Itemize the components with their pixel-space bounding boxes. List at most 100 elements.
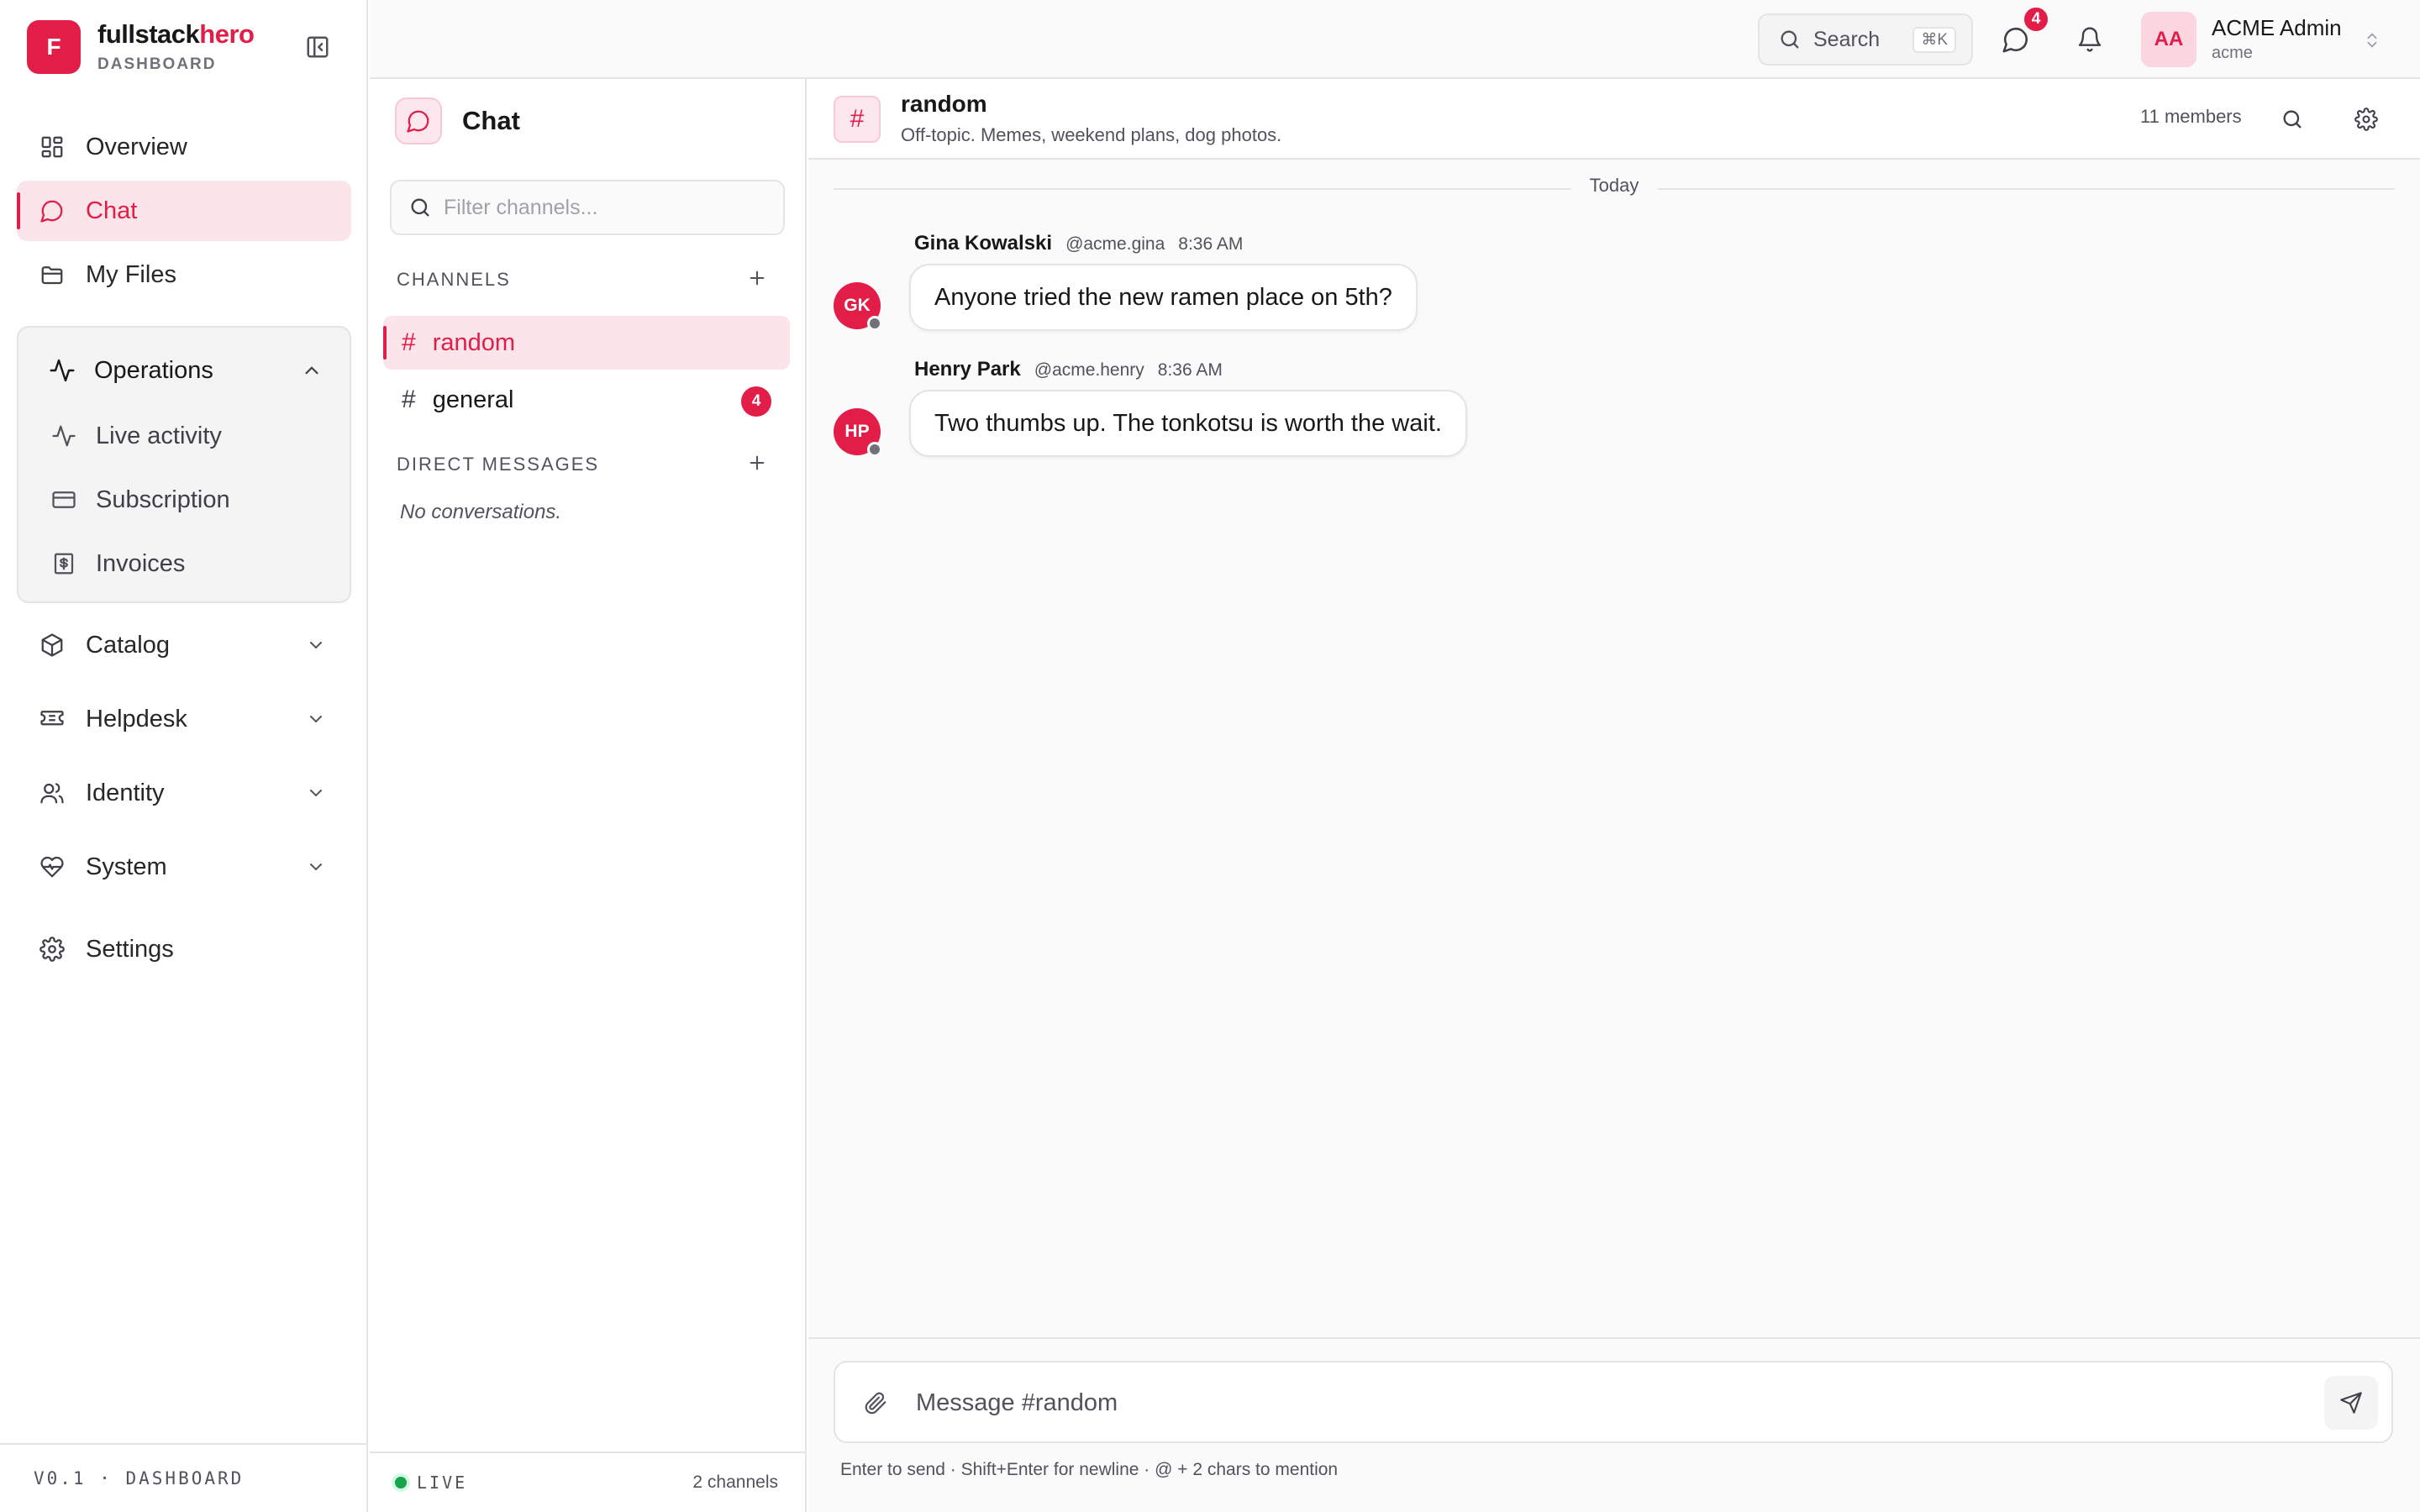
brand[interactable]: F fullstackhero DASHBOARD: [27, 19, 255, 75]
sidebar-item-label: System: [86, 853, 167, 880]
sidebar-item-label: Settings: [86, 935, 174, 963]
sidebar-item-label: Catalog: [86, 631, 170, 659]
chevron-down-icon: [304, 633, 328, 657]
conversation-header: # random Off-topic. Memes, weekend plans…: [808, 79, 2420, 160]
sidebar-item-live-activity[interactable]: Live activity: [18, 407, 353, 465]
brand-logo: F: [27, 20, 81, 75]
sidebar-item-label: Invoices: [96, 549, 186, 577]
user-name[interactable]: ACME Admin: [2212, 15, 2342, 41]
chevron-down-icon: [304, 781, 328, 805]
sidebar-item-label: Helpdesk: [86, 705, 187, 732]
conversation-title: random: [901, 91, 987, 117]
channel-item-random[interactable]: # random: [383, 316, 790, 370]
hash-icon: #: [402, 386, 416, 413]
message-meta: Henry Park @acme.henry 8:36 AM: [914, 358, 1223, 381]
sidebar-item-label: Identity: [86, 779, 165, 806]
chat-pane-title: Chat: [462, 106, 520, 135]
bell-icon[interactable]: [2072, 22, 2107, 57]
sidebar-item-my-files[interactable]: My Files: [17, 244, 351, 305]
chevron-down-icon: [304, 707, 328, 731]
global-search-button[interactable]: Search ⌘K: [1758, 13, 1973, 66]
operations-label: Operations: [94, 356, 213, 384]
conversation-pane: # random Off-topic. Memes, weekend plans…: [808, 79, 2420, 1512]
folder-icon: [37, 260, 67, 290]
presence-dot: [867, 316, 882, 331]
channel-settings-icon[interactable]: [2349, 102, 2383, 136]
search-shortcut: ⌘K: [1912, 27, 1956, 53]
brand-text: fullstackhero DASHBOARD: [97, 19, 255, 74]
chat-bubble-icon: [37, 196, 67, 226]
conversation-topic: Off-topic. Memes, weekend plans, dog pho…: [901, 124, 1282, 145]
brand-name-main: fullstack: [97, 19, 200, 49]
presence-dot: [867, 442, 882, 457]
brand-subtitle: DASHBOARD: [97, 55, 217, 74]
channel-filter[interactable]: [390, 180, 785, 235]
composer-hint: Enter to send · Shift+Enter for newline …: [840, 1460, 1339, 1479]
brand-name: fullstackhero: [97, 19, 255, 49]
brand-name-accent: hero: [199, 19, 255, 49]
chevrons-up-down-icon[interactable]: [2360, 25, 2385, 55]
sidebar-item-helpdesk[interactable]: Helpdesk: [17, 689, 351, 749]
user-avatar[interactable]: AA: [2141, 12, 2196, 67]
message-handle: @acme.gina: [1065, 234, 1165, 254]
sidebar-item-overview[interactable]: Overview: [17, 117, 351, 177]
sidebar-item-label: Chat: [86, 197, 138, 224]
invoice-icon: [49, 549, 79, 579]
channels-pane: Chat CHANNELS # random # general 4 DIREC…: [370, 79, 807, 1512]
hash-icon: #: [402, 328, 416, 356]
sidebar-item-invoices[interactable]: Invoices: [18, 534, 353, 593]
sidebar-item-identity[interactable]: Identity: [17, 763, 351, 823]
activity-icon: [49, 421, 79, 451]
users-icon: [37, 778, 67, 808]
chevron-down-icon: [304, 855, 328, 879]
live-status-label: LIVE: [417, 1473, 468, 1493]
chat-bubble-icon: [395, 97, 442, 144]
search-icon: [1778, 28, 1802, 51]
sidebar-collapse-icon[interactable]: [302, 32, 333, 62]
message-meta: Gina Kowalski @acme.gina 8:36 AM: [914, 232, 1243, 255]
channel-item-general[interactable]: # general 4: [383, 373, 790, 427]
composer-area: Enter to send · Shift+Enter for newline …: [808, 1337, 2420, 1512]
channel-name: general: [432, 386, 514, 413]
ticket-icon: [37, 704, 67, 734]
channels-section-label: CHANNELS: [397, 269, 511, 290]
send-icon: [2339, 1391, 2363, 1415]
message-time: 8:36 AM: [1157, 360, 1223, 380]
message-composer: [834, 1361, 2393, 1443]
no-conversations-text: No conversations.: [400, 501, 562, 523]
channel-count: 2 channels: [692, 1473, 778, 1492]
chat-pane-header: Chat: [395, 97, 520, 144]
hash-icon: #: [834, 96, 881, 143]
sidebar-item-system[interactable]: System: [17, 837, 351, 897]
sidebar-item-catalog[interactable]: Catalog: [17, 615, 351, 675]
channel-name: random: [432, 328, 516, 356]
add-channel-icon[interactable]: [744, 265, 770, 291]
sidebar-item-chat[interactable]: Chat: [17, 181, 351, 241]
sidebar-version: V0.1 · DASHBOARD: [0, 1443, 366, 1512]
add-direct-message-icon[interactable]: [744, 450, 770, 475]
sidebar-item-subscription[interactable]: Subscription: [18, 470, 353, 529]
credit-card-icon: [49, 485, 79, 515]
message-handle: @acme.henry: [1034, 360, 1144, 380]
message-bubble: Anyone tried the new ramen place on 5th?: [909, 264, 1418, 331]
heart-pulse-icon: [37, 852, 67, 882]
message-author[interactable]: Henry Park: [914, 358, 1021, 381]
member-count[interactable]: 11 members: [2140, 106, 2242, 128]
message-input[interactable]: [916, 1386, 2260, 1420]
sidebar-item-label: Subscription: [96, 486, 230, 513]
channel-filter-input[interactable]: [444, 195, 780, 220]
sidebar-item-label: Live activity: [96, 422, 222, 449]
chevron-up-icon: [301, 360, 323, 388]
sidebar-item-label: My Files: [86, 260, 176, 288]
direct-messages-section-label: DIRECT MESSAGES: [397, 454, 600, 475]
operations-toggle[interactable]: Operations: [18, 341, 353, 400]
paperclip-icon[interactable]: [860, 1388, 891, 1418]
activity-icon: [47, 355, 77, 386]
message-time: 8:36 AM: [1178, 234, 1244, 254]
search-messages-icon[interactable]: [2275, 102, 2309, 136]
message-author[interactable]: Gina Kowalski: [914, 232, 1052, 255]
gear-icon: [37, 934, 67, 964]
send-button[interactable]: [2324, 1376, 2378, 1430]
sidebar-item-settings[interactable]: Settings: [17, 919, 351, 979]
top-bar: Search ⌘K 4 AA ACME Admin acme: [370, 0, 2420, 79]
